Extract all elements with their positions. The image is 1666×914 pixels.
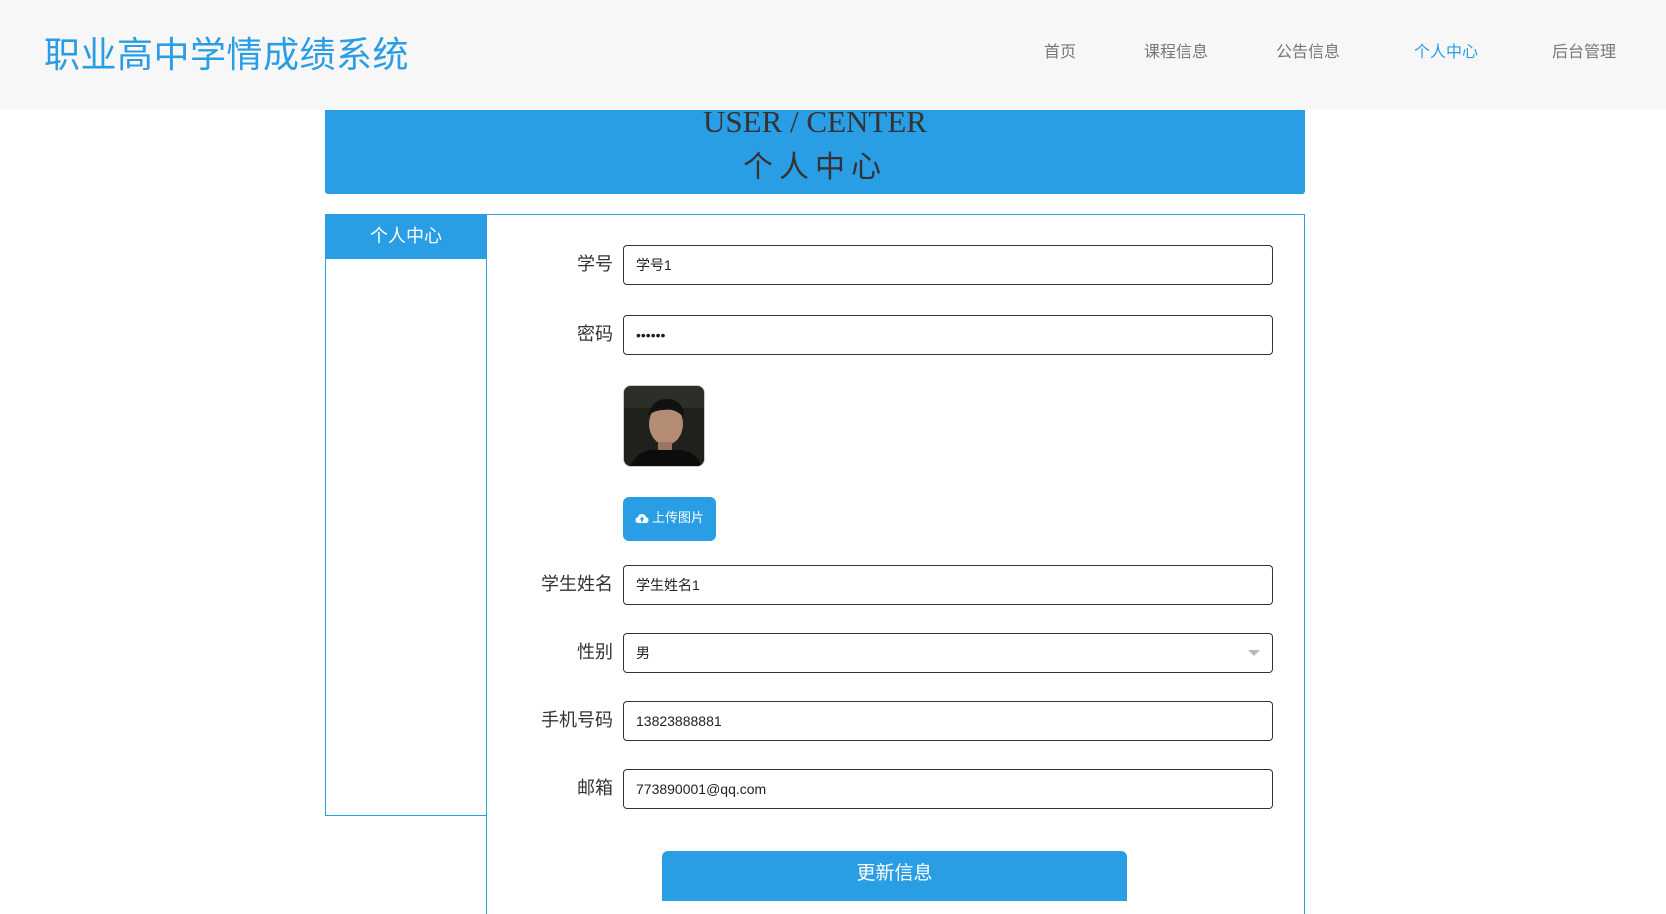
upload-image-button[interactable]: 上传图片 (623, 497, 716, 541)
gender-label: 性别 (577, 642, 613, 663)
email-row: 邮箱 (487, 769, 1306, 809)
gender-row: 性别 男 (487, 633, 1306, 673)
password-input[interactable] (623, 315, 1273, 355)
name-label: 学生姓名 (541, 574, 613, 595)
gender-select[interactable]: 男 (623, 633, 1273, 673)
profile-form: 学号 密码 上传图片 学生姓名 性别 男 手机号码 (486, 214, 1305, 914)
avatar (623, 385, 705, 467)
nav-item-courses[interactable]: 课程信息 (1144, 38, 1208, 62)
site-header: 职业高中学情成绩系统 首页 课程信息 公告信息 个人中心 后台管理 (0, 0, 1666, 110)
name-input[interactable] (623, 565, 1273, 605)
banner-title-en: USER / CENTER (703, 104, 927, 139)
nav-item-home[interactable]: 首页 (1044, 38, 1076, 62)
nav-item-admin[interactable]: 后台管理 (1552, 38, 1616, 62)
cloud-upload-icon (635, 514, 649, 523)
sidebar-item-user-center[interactable]: 个人中心 (326, 215, 486, 259)
sidebar: 个人中心 (325, 214, 487, 816)
upload-image-label: 上传图片 (651, 511, 704, 526)
main-nav: 首页 课程信息 公告信息 个人中心 后台管理 (0, 38, 1666, 62)
nav-item-notices[interactable]: 公告信息 (1276, 38, 1340, 62)
gender-value: 男 (636, 645, 650, 661)
phone-input[interactable] (623, 701, 1273, 741)
banner-title-cn: 个人中心 (743, 150, 887, 185)
name-row: 学生姓名 (487, 565, 1306, 605)
avatar-image (624, 386, 704, 466)
email-input[interactable] (623, 769, 1273, 809)
update-info-button[interactable]: 更新信息 (662, 851, 1127, 901)
nav-item-user-center[interactable]: 个人中心 (1414, 38, 1478, 62)
password-row: 密码 (487, 315, 1306, 355)
chevron-down-icon (1248, 650, 1260, 656)
student-id-label: 学号 (577, 254, 613, 275)
phone-row: 手机号码 (487, 701, 1306, 741)
student-id-row: 学号 (487, 245, 1306, 285)
password-label: 密码 (577, 324, 613, 345)
phone-label: 手机号码 (541, 710, 613, 731)
student-id-input[interactable] (623, 245, 1273, 285)
page-banner: USER / CENTER 个人中心 (325, 104, 1305, 194)
email-label: 邮箱 (577, 778, 613, 799)
